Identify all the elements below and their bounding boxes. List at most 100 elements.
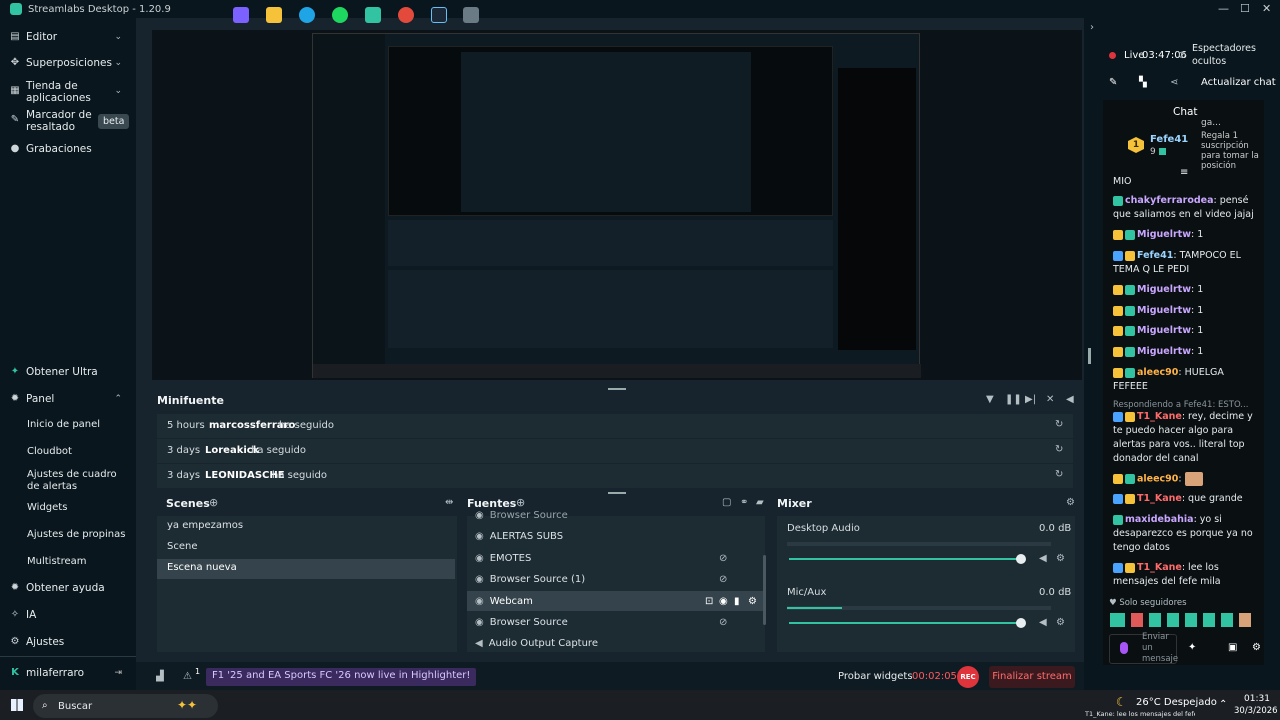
filter-icon[interactable]: ▼ [986,394,994,405]
desktop-volume-slider[interactable] [789,558,1021,560]
scene-transitions-icon[interactable]: ⇹ [445,497,453,508]
add-scene-icon[interactable]: ⊕ [209,496,218,509]
gear-icon[interactable]: ⚙ [1252,642,1261,653]
promo-banner[interactable]: F1 '25 and EA Sports FC '26 now live in … [206,668,477,686]
lock-icon[interactable]: ⊡ [705,596,713,607]
chat-username[interactable]: Miguelrtw [1137,346,1191,357]
sidebar-item-panel[interactable]: ✹ Panel ⌃ [0,392,136,406]
volume-icon[interactable]: ◀ [1039,617,1047,628]
mic-volume-slider[interactable] [789,622,1021,624]
repeat-alert-icon[interactable]: ↻ [1055,444,1063,455]
sidebar-item-help[interactable]: ✹ Obtener ayuda [0,581,136,595]
test-widgets-button[interactable]: Probar widgets [838,671,913,682]
chat-username[interactable]: T1_Kane [1137,411,1182,422]
edit-icon[interactable]: ✎ [1109,77,1117,88]
minimize-icon[interactable]: — [1218,2,1229,15]
repeat-alert-icon[interactable]: ↻ [1055,419,1063,430]
slider-thumb[interactable] [1016,554,1026,564]
chat-username[interactable]: Miguelrtw [1137,325,1191,336]
hidden-eye-icon[interactable]: ⊘ [719,617,727,628]
folder-icon[interactable]: ▰ [756,497,764,508]
points-icon[interactable]: ✦ [1188,642,1196,653]
windows-start-icon[interactable] [11,699,23,711]
gear-icon[interactable]: ⚙ [748,596,757,607]
streamlabs-icon[interactable] [365,7,381,23]
sidebar-item-settings[interactable]: ⚙ Ajustes [0,635,136,649]
chat-username[interactable]: maxidebahia [1125,514,1194,525]
gear-icon[interactable]: ⚙ [1056,617,1065,628]
source-item[interactable]: ◉ ALERTAS SUBS [467,526,763,546]
scene-item[interactable]: Scene [157,538,455,558]
chat-username[interactable]: Miguelrtw [1137,305,1191,316]
pause-icon[interactable]: ❚❚ [1005,394,1022,405]
emote-bar[interactable] [1110,613,1260,627]
chat-username[interactable]: T1_Kane [1137,562,1182,573]
chat-username[interactable]: aleec90 [1137,474,1178,485]
hidden-eye-icon[interactable]: ⊘ [719,574,727,585]
volume-icon[interactable]: ◀ [1066,394,1074,405]
sidebar-item-ultra[interactable]: ✦ Obtener Ultra [0,365,136,379]
sidebar-item-editor[interactable]: ▤ Editor ⌄ [0,30,136,44]
resize-handle[interactable] [608,492,626,494]
sidebar-subitem-widgets[interactable]: Widgets [27,502,67,513]
app-icon[interactable] [463,7,479,23]
stream-preview[interactable] [312,33,921,378]
source-group-icon[interactable]: ▢ [722,497,731,508]
trash-icon[interactable]: ▮ [734,596,740,607]
file-explorer-icon[interactable] [266,7,282,23]
sources-scrollbar[interactable] [763,555,766,625]
sidebar-item-recordings[interactable]: ● Grabaciones [0,142,136,156]
panel-resize-handle[interactable] [1088,348,1091,364]
spotify-icon[interactable] [332,7,348,23]
chat-username[interactable]: Fefe41 [1137,250,1173,261]
rec-button[interactable]: REC [957,666,979,688]
hidden-eye-icon[interactable]: ⊘ [719,553,727,564]
source-item[interactable]: ◉ Browser Source ⊘ [467,612,763,632]
mic-icon[interactable] [1120,642,1128,654]
chat-username[interactable]: chakyferrarodea [1125,195,1214,206]
sidebar-subitem-alertbox-settings[interactable]: Ajustes de cuadro de alertas [27,469,127,493]
mute-alerts-icon[interactable]: ✕ [1046,394,1054,405]
refresh-chat-button[interactable]: Actualizar chat [1201,77,1276,88]
chat-username[interactable]: T1_Kane [1137,493,1182,504]
chat-username[interactable]: Miguelrtw [1137,229,1191,240]
popout-icon[interactable]: ▚ [1139,77,1147,88]
sidebar-subitem-cloudbot[interactable]: Cloudbot [27,446,72,457]
tray-chevron-icon[interactable]: ⌃ [1219,699,1227,710]
sidebar-subitem-multistream[interactable]: Multistream [27,556,87,567]
edge-icon[interactable] [299,7,315,23]
repeat-alert-icon[interactable]: ↻ [1055,469,1063,480]
sidebar-item-overlays[interactable]: ✥ Superposiciones ⌄ [0,56,136,70]
sidebar-item-highlighter[interactable]: ✎ Marcador de resaltado beta [0,109,136,133]
share-icon[interactable]: ⋖ [1170,77,1178,88]
skip-icon[interactable]: ▶| [1025,394,1036,405]
steam-icon[interactable] [431,7,447,23]
sidebar-item-app-store[interactable]: ▦ Tienda de aplicaciones ⌄ [0,80,136,104]
copilot-icon[interactable] [233,7,249,23]
scene-item[interactable]: ya empezamos [157,517,455,537]
source-link-icon[interactable]: ⚭ [740,497,748,508]
gear-icon[interactable]: ⚙ [1066,497,1075,508]
source-item[interactable]: ◀ Audio Output Capture [467,633,763,653]
scene-item-selected[interactable]: Escena nueva [157,559,455,579]
source-item[interactable]: ◉ Browser Source [467,508,763,522]
resize-handle[interactable] [608,388,626,390]
source-item-selected[interactable]: ◉ Webcam ⊡ ◉ ▮ ⚙ [467,591,763,611]
chat-username[interactable]: aleec90 [1137,367,1178,378]
source-item[interactable]: ◉ EMOTES ⊘ [467,548,763,568]
store-icon[interactable]: ▣ [1228,642,1237,653]
slider-thumb[interactable] [1016,618,1026,628]
chrome-icon[interactable] [398,7,414,23]
sidebar-subitem-tip-settings[interactable]: Ajustes de propinas [27,529,125,540]
performance-icon[interactable]: ▟ [156,671,164,682]
viewers-hidden-icon[interactable]: ⊘ [1178,50,1186,61]
gift-sub-prompt[interactable]: Regala 1 suscripción para tomar la posic… [1201,131,1263,171]
sidebar-subitem-dashboard-home[interactable]: Inicio de panel [27,419,100,430]
mute-icon[interactable]: ◀ [1039,553,1047,564]
sidebar-item-ia[interactable]: ✧ IA [0,608,136,622]
end-stream-button[interactable]: Finalizar stream [989,666,1075,688]
close-icon[interactable]: ✕ [1262,2,1271,15]
sidebar-user[interactable]: K milaferraro ⇥ [0,666,136,680]
alert-icon[interactable]: ⚠ [183,671,192,682]
source-item[interactable]: ◉ Browser Source (1) ⊘ [467,569,763,589]
